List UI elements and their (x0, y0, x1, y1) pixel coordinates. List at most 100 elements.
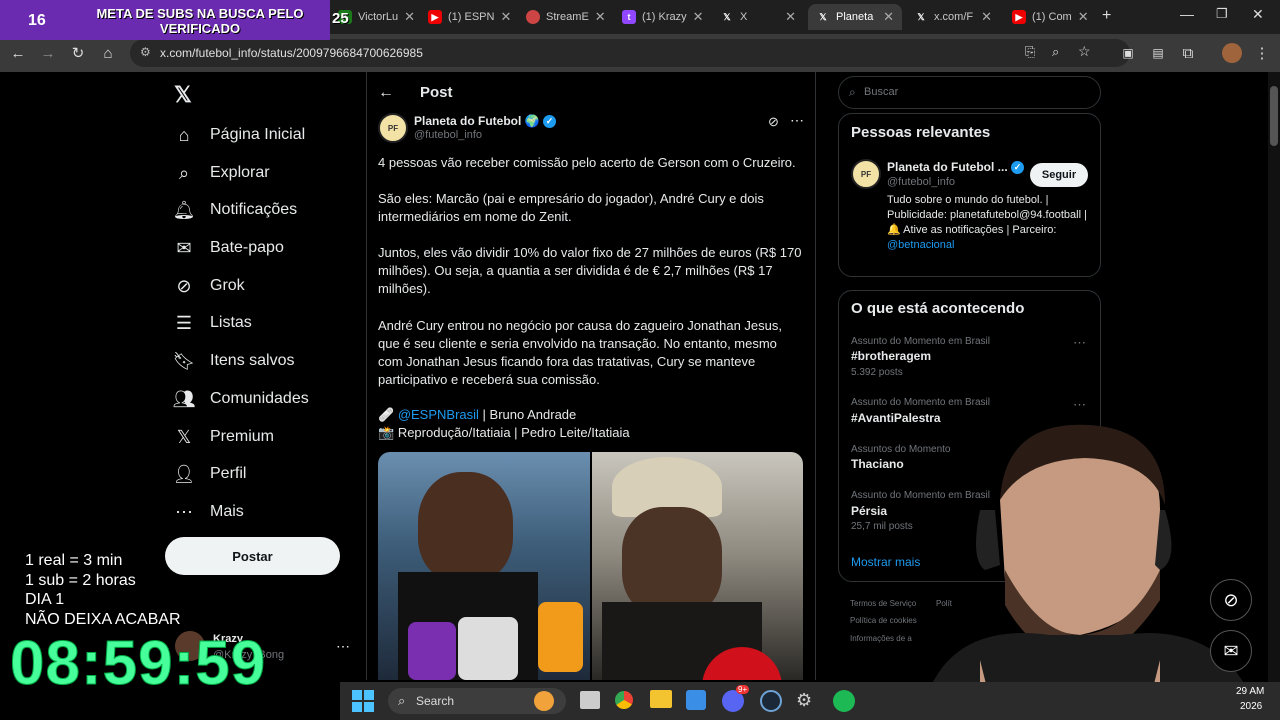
author-handle[interactable]: @futebol_info (414, 129, 482, 141)
tab-streame[interactable]: StreamE ✕ (518, 4, 610, 30)
nav-notifications[interactable]: 🔔︎ Notificações (173, 195, 298, 225)
stream-icon (526, 10, 540, 24)
menu-dots-icon[interactable]: ⋮ (1252, 43, 1272, 63)
author-name-row[interactable]: Planeta do Futebol 🌍 ✓ (414, 114, 556, 129)
x-icon: 𝕏 (819, 11, 827, 22)
nav-explore[interactable]: ⌕ Explorar (174, 158, 270, 188)
post-paragraph: São eles: Marcão (pai e empresário do jo… (378, 191, 764, 224)
site-info-icon[interactable]: ⚙ (140, 45, 151, 59)
zoom-icon[interactable]: ⌕ (1052, 44, 1059, 60)
search-input[interactable]: ⌕ Buscar (838, 76, 1101, 109)
notification-badge: 9+ (736, 685, 750, 694)
nav-chat[interactable]: ✉ Bate-papo (174, 233, 283, 263)
grok-icon[interactable]: ⊘ (768, 114, 779, 130)
nav-premium[interactable]: 𝕏 Premium (174, 422, 274, 452)
nav-grok[interactable]: ⊘ Grok (174, 271, 244, 301)
folder-icon[interactable] (650, 690, 672, 708)
store-icon[interactable] (686, 690, 706, 710)
maximize-icon[interactable]: ❐ (1216, 6, 1228, 22)
page-title: Post (420, 84, 453, 101)
reload-icon[interactable]: ↻ (68, 43, 88, 63)
trend-category: Assunto do Momento em Brasil (851, 336, 990, 347)
nav-home[interactable]: ⌂ Página Inicial (174, 120, 306, 150)
overlay-rule-line: DIA 1 (25, 591, 65, 608)
tab-krazy[interactable]: t (1) Krazy ✕ (614, 4, 706, 30)
close-icon[interactable]: ✕ (404, 9, 415, 25)
mention-link[interactable]: @ESPNBrasil (398, 407, 479, 422)
tab-planeta[interactable]: 𝕏 Planeta ✕ (808, 4, 902, 30)
more-options-icon[interactable]: ⋯ (1073, 397, 1086, 413)
close-icon[interactable]: ✕ (785, 9, 796, 25)
post-button[interactable]: Postar (165, 537, 340, 575)
trend-count: 5.392 posts (851, 367, 903, 378)
close-icon[interactable]: ✕ (500, 9, 511, 25)
tab-label: x.com/F (934, 11, 974, 23)
nav-more[interactable]: ⋯ Mais (174, 497, 244, 527)
bookmark-icon: 🔖︎ (172, 350, 196, 371)
home-icon: ⌂ (178, 124, 190, 145)
trend-name[interactable]: #brotheragem (851, 349, 931, 363)
spotify-icon[interactable] (833, 690, 855, 712)
forward-icon[interactable]: → (38, 43, 58, 63)
settings-gear-icon[interactable]: ⚙ (796, 690, 818, 712)
bio-link[interactable]: @betnacional (887, 239, 954, 251)
post-credit-line: 🩹 @ESPNBrasil | Bruno Andrade (378, 406, 803, 424)
more-options-icon[interactable]: ⋯ (790, 112, 804, 129)
post-image-left[interactable] (378, 452, 590, 680)
streamer-silhouette (920, 424, 1260, 720)
post-image-right[interactable] (592, 452, 803, 680)
chrome-icon[interactable] (613, 689, 635, 711)
follow-button[interactable]: Seguir (1030, 163, 1088, 187)
overlay-rule-line: 1 real = 3 min (25, 552, 123, 569)
relevant-name-row[interactable]: Planeta do Futebol ... ✓ (887, 160, 1025, 175)
extensions-puzzle-icon[interactable]: ⧉ (1178, 43, 1198, 63)
nav-bookmarks[interactable]: 🔖︎ Itens salvos (172, 346, 295, 376)
more-icon[interactable]: ⋯ (336, 638, 350, 655)
author-avatar[interactable]: PF (378, 113, 408, 143)
extension-icon[interactable]: ▣ (1118, 43, 1138, 63)
tab-espn[interactable]: ▶ (1) ESPN ✕ (420, 4, 512, 30)
x-logo-icon[interactable]: 𝕏 (174, 82, 192, 108)
clock-time[interactable]: 29 AM (1236, 686, 1264, 697)
window-close-icon[interactable]: ✕ (1252, 6, 1264, 23)
close-icon[interactable]: ✕ (1078, 9, 1089, 25)
bookmark-star-icon[interactable]: ☆ (1078, 43, 1091, 60)
back-arrow-icon[interactable]: ← (378, 84, 394, 102)
search-placeholder: Buscar (864, 86, 899, 98)
close-icon[interactable]: ✕ (883, 9, 894, 25)
close-icon[interactable]: ✕ (693, 9, 704, 25)
nav-communities[interactable]: 👥︎ Comunidades (173, 384, 309, 414)
post-paragraph: André Cury entrou no negócio por causa d… (378, 318, 782, 387)
trend-category: Assunto do Momento em Brasil (851, 397, 990, 408)
new-tab-icon[interactable]: + (1102, 7, 1111, 25)
tab-com[interactable]: ▶ (1) Com ✕ (1004, 4, 1096, 30)
taskbar-search[interactable]: ⌕ Search (388, 688, 566, 714)
subs-goal-banner: 16 META DE SUBS NA BUSCA PELO VERIFICADO (0, 0, 330, 40)
tab-x[interactable]: 𝕏 X ✕ (712, 4, 804, 30)
extension-icon[interactable]: ▤ (1148, 43, 1168, 63)
nav-lists[interactable]: ☰ Listas (174, 308, 252, 338)
back-icon[interactable]: ← (8, 43, 28, 63)
grok-fab-icon[interactable]: ⊘ (1210, 579, 1252, 621)
youtube-icon: ▶ (428, 10, 442, 24)
messages-fab-icon[interactable]: ✉ (1210, 630, 1252, 672)
x-icon: 𝕏 (176, 426, 192, 447)
tab-xcom[interactable]: 𝕏 x.com/F ✕ (906, 4, 1000, 30)
install-icon[interactable]: ⎘ (1025, 44, 1035, 60)
scrollbar-thumb[interactable] (1270, 86, 1278, 146)
steam-icon[interactable] (760, 690, 782, 712)
task-view-icon[interactable] (580, 691, 600, 709)
nav-label: Explorar (210, 164, 270, 181)
profile-avatar[interactable] (1222, 43, 1242, 63)
home-icon[interactable]: ⌂ (98, 43, 118, 63)
nav-profile[interactable]: 👤︎ Perfil (173, 459, 247, 489)
close-icon[interactable]: ✕ (981, 9, 992, 25)
relevant-avatar[interactable]: PF (851, 159, 881, 189)
minimize-icon[interactable]: — (1180, 6, 1194, 22)
camera-emoji: 📸 (378, 425, 395, 440)
windows-start-icon[interactable] (352, 690, 374, 712)
clock-date[interactable]: 2026 (1240, 701, 1262, 712)
address-bar[interactable]: ⚙ x.com/futebol_info/status/200979668470… (130, 39, 1130, 67)
close-icon[interactable]: ✕ (595, 9, 606, 25)
more-options-icon[interactable]: ⋯ (1073, 335, 1086, 351)
